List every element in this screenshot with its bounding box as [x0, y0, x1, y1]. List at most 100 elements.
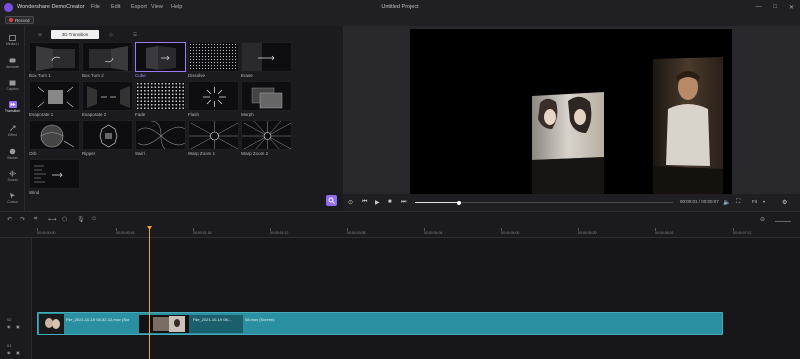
- redo-icon[interactable]: ↷: [20, 216, 25, 223]
- sidebar-item-caption[interactable]: Caption: [0, 73, 25, 97]
- stop-icon[interactable]: ■: [388, 199, 392, 205]
- transition-tile-warp-zoom-1[interactable]: Warp Zoom 1: [188, 120, 240, 159]
- maximize-icon[interactable]: □: [773, 4, 777, 11]
- lock-icon[interactable]: ▣: [16, 350, 20, 355]
- tab-3d-transition[interactable]: 3D Transition: [51, 30, 99, 39]
- ruler-tick: 00:00:06:16: [655, 231, 674, 235]
- transition-tile-swirl[interactable]: Swirl: [135, 120, 187, 159]
- playhead[interactable]: [149, 227, 150, 359]
- tab-more[interactable]: ☰: [123, 30, 147, 39]
- ruler-tick: 00:00:05:20: [578, 231, 597, 235]
- cursor-icon: [9, 192, 17, 199]
- menu-file[interactable]: File: [91, 4, 111, 10]
- marker-icon[interactable]: ⬠: [62, 216, 67, 223]
- menu-export[interactable]: Export: [131, 4, 151, 10]
- skip-back-icon[interactable]: ⏮: [362, 199, 367, 206]
- snapshot-icon[interactable]: ⊙: [348, 199, 353, 206]
- transition-tile-warp-zoom-2[interactable]: Warp Zoom 2: [241, 120, 293, 159]
- smiley-icon[interactable]: ☺: [91, 216, 97, 222]
- split-icon[interactable]: ⟷: [48, 216, 57, 223]
- sticker-icon: [9, 148, 17, 155]
- transition-thumbnail: [29, 81, 80, 111]
- menu-edit[interactable]: Edit: [111, 4, 131, 10]
- ruler-tick: 00:00:02:12: [270, 231, 289, 235]
- tile-label: Evaporate 2: [82, 112, 107, 117]
- microphone-icon[interactable]: 🎙: [77, 216, 85, 223]
- menu-help[interactable]: Help: [171, 4, 191, 10]
- ruler-tick: 00:00:03:08: [347, 231, 366, 235]
- timecode: 00:00:01 / 00:00:07: [680, 199, 719, 204]
- sidebar-item-media-library[interactable]: Media Li: [0, 28, 25, 52]
- list-icon: ☰: [132, 31, 138, 37]
- crop-icon[interactable]: ⌗: [34, 216, 37, 223]
- sidebar: Media Li Annotati Caption Transition Eff…: [0, 26, 25, 211]
- tile-label: Box Turn 2: [82, 73, 104, 78]
- lock-icon[interactable]: ▣: [16, 324, 20, 329]
- playback-progress[interactable]: [415, 200, 673, 205]
- tile-label: Box Turn 1: [29, 73, 51, 78]
- preview-canvas[interactable]: [410, 29, 732, 194]
- zoom-slider[interactable]: [775, 221, 791, 222]
- transition-tile-dissolve[interactable]: Dissolve: [188, 42, 240, 81]
- transition-thumbnail: [29, 120, 80, 150]
- eye-icon[interactable]: ◉: [7, 350, 11, 355]
- sidebar-item-effect[interactable]: Effect: [0, 119, 25, 143]
- play-icon[interactable]: ▶: [375, 199, 380, 206]
- transition-thumbnail: [29, 159, 80, 189]
- sidebar-item-sound[interactable]: Sound: [0, 164, 25, 188]
- timeline-ruler[interactable]: 00:00:00:00 00:00:00:16 00:00:01:16 00:0…: [0, 228, 800, 238]
- transition-tile-wind[interactable]: Wind: [29, 159, 81, 198]
- transition-tile-orb[interactable]: Orb: [29, 120, 81, 159]
- transition-thumbnail: [188, 120, 239, 150]
- progress-fill: [415, 202, 459, 203]
- transition-tile-fade[interactable]: Fade: [135, 81, 187, 120]
- sidebar-item-cursor[interactable]: Cursor: [0, 186, 25, 210]
- effect-icon: [9, 125, 17, 132]
- transition-tile-box-turn-2[interactable]: Box Turn 2: [82, 42, 134, 81]
- library-tabs: ⊙ 3D Transition ◇ ☰: [29, 30, 169, 39]
- transition-tile-erase[interactable]: Erase: [241, 42, 293, 81]
- transition-tile-cube[interactable]: Cube: [135, 42, 187, 81]
- tile-label: Cube: [135, 73, 146, 78]
- sidebar-item-sticker[interactable]: Sticker: [0, 142, 25, 166]
- fullscreen-icon[interactable]: ⛶: [736, 199, 740, 206]
- zoom-out-icon[interactable]: ⊖: [760, 216, 765, 223]
- tab-shapes[interactable]: ◇: [99, 30, 123, 39]
- sidebar-item-annotation[interactable]: Annotati: [0, 51, 25, 75]
- track-label: 02: [7, 317, 12, 322]
- transition-tile-morph[interactable]: Morph: [241, 81, 293, 120]
- settings-icon[interactable]: ⚙: [782, 199, 787, 206]
- app-logo-icon: [4, 2, 13, 12]
- progress-knob[interactable]: [456, 200, 461, 205]
- volume-icon[interactable]: 🔈: [723, 199, 730, 206]
- tab-all[interactable]: ⊙: [29, 30, 51, 39]
- title-bar: Wondershare DemoCreator File Edit Export…: [0, 0, 800, 14]
- chevron-down-icon[interactable]: ▾: [763, 199, 765, 204]
- transition-tile-evaporate-1[interactable]: Evaporate 1: [29, 81, 81, 120]
- transition-thumbnail: [135, 120, 186, 150]
- sidebar-item-label: Annotati: [6, 65, 19, 69]
- video-clip[interactable]: File_2021-10-19 08-52-12.mov (Scr File_2…: [37, 312, 723, 335]
- transition-tile-evaporate-2[interactable]: Evaporate 2: [82, 81, 134, 120]
- sidebar-item-transition[interactable]: Transition: [0, 95, 25, 119]
- skip-forward-icon[interactable]: ⏭: [401, 199, 406, 206]
- eye-icon[interactable]: ◉: [7, 324, 11, 329]
- transition-block[interactable]: File_2021-10-19 08-...: [139, 315, 243, 333]
- ratio-dropdown[interactable]: Fit: [752, 199, 757, 204]
- record-icon: [9, 18, 13, 22]
- record-button[interactable]: Record: [5, 16, 34, 24]
- undo-icon[interactable]: ↶: [7, 216, 12, 223]
- tile-label: Evaporate 1: [29, 112, 54, 117]
- ruler-tick: 00:00:00:00: [37, 231, 56, 235]
- transition-tile-ripper[interactable]: Ripper: [82, 120, 134, 159]
- menu-view[interactable]: View: [151, 4, 171, 10]
- transition-tile-flash[interactable]: Flash: [188, 81, 240, 120]
- tile-label: Flash: [188, 112, 200, 117]
- menu-bar: File Edit Export View Help: [89, 4, 191, 10]
- record-bar: Record: [0, 14, 800, 26]
- close-icon[interactable]: ✕: [789, 4, 794, 11]
- minimize-icon[interactable]: —: [755, 4, 761, 11]
- preview-zoom-button[interactable]: [326, 195, 337, 206]
- sidebar-item-label: Cursor: [7, 200, 18, 204]
- transition-tile-box-turn-1[interactable]: Box Turn 1: [29, 42, 81, 81]
